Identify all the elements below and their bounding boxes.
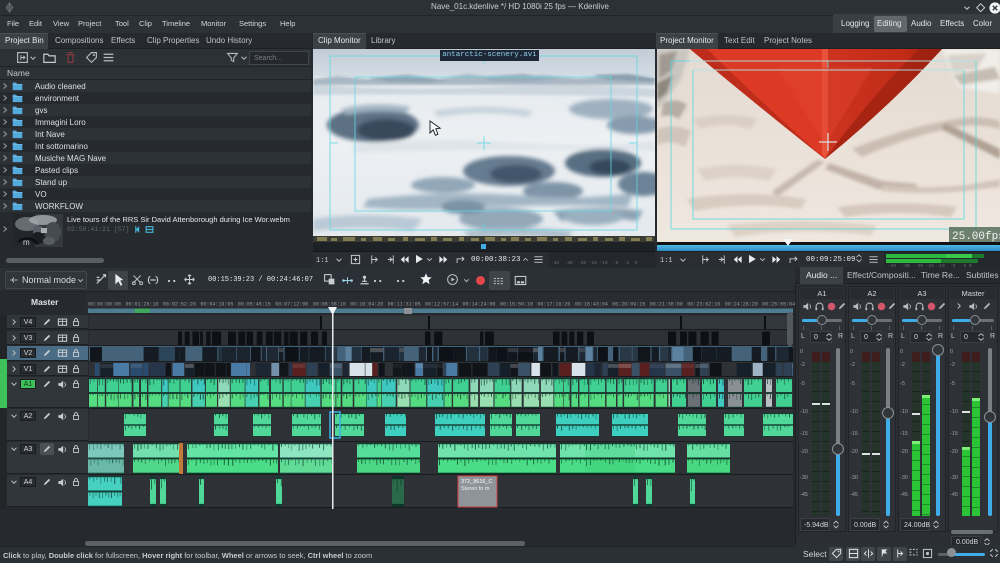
svg-text:00:01:26:10: 00:01:26:10 (126, 302, 159, 308)
svg-text:372_8616_C: 372_8616_C (461, 479, 493, 485)
svg-text:00:12:57:14: 00:12:57:14 (425, 302, 458, 308)
svg-text:Stereo to m: Stereo to m (461, 486, 490, 492)
svg-text:00:05:45:15: 00:05:45:15 (238, 302, 271, 308)
svg-text:00:11:31:05: 00:11:31:05 (388, 302, 421, 308)
svg-text:00:25:55:04: 00:25:55:04 (762, 302, 795, 308)
svg-text:00:14:24:00: 00:14:24:00 (463, 302, 496, 308)
svg-text:00:18:43:04: 00:18:43:04 (575, 302, 608, 308)
svg-text:00:21:36:00: 00:21:36:00 (650, 302, 683, 308)
svg-text:00:17:16:20: 00:17:16:20 (537, 302, 570, 308)
svg-text:m: m (23, 238, 30, 247)
svg-text:00:23:02:10: 00:23:02:10 (687, 302, 720, 308)
svg-text:00:20:09:15: 00:20:09:15 (612, 302, 645, 308)
svg-text:00:10:04:20: 00:10:04:20 (350, 302, 383, 308)
svg-text:00:15:50:10: 00:15:50:10 (500, 302, 533, 308)
svg-text:25.00fps: 25.00fps (952, 231, 1000, 242)
svg-text:00:07:12:00: 00:07:12:00 (275, 302, 308, 308)
svg-text:00:24:28:20: 00:24:28:20 (725, 302, 758, 308)
svg-text:00:04:19:05: 00:04:19:05 (200, 302, 233, 308)
svg-text:00:02:52:20: 00:02:52:20 (163, 302, 196, 308)
svg-text:00:08:38:10: 00:08:38:10 (313, 302, 346, 308)
svg-text:00:00:00:00: 00:00:00:00 (88, 302, 121, 308)
